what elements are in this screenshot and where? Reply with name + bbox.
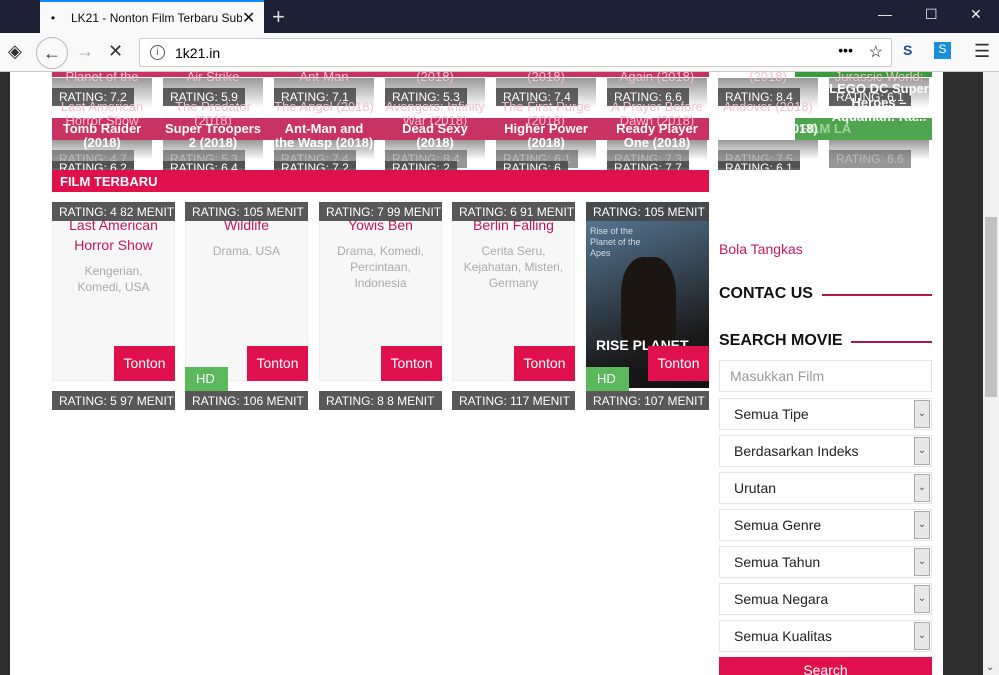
page-content: FILM LAPlanet of the ApesRATING: 7.2Last… [10, 72, 943, 675]
loading-icon: • [50, 10, 56, 25]
close-tab-icon[interactable]: ✕ [242, 8, 264, 28]
chevron-down-icon[interactable]: ⌄ [914, 585, 930, 613]
more-icon[interactable]: ••• [838, 42, 853, 58]
menu-icon[interactable]: ☰ [974, 41, 990, 62]
info-icon[interactable]: i [150, 45, 165, 60]
filter-select[interactable]: Semua Tipe ⌄ [719, 398, 932, 430]
browser-tab[interactable]: • LK21 - Nonton Film Terbaru Sub Indo ✕ [40, 0, 264, 33]
tab-title: LK21 - Nonton Film Terbaru Sub Indo [71, 10, 242, 25]
select-value: Semua Kualitas [734, 628, 833, 644]
bookmark-star-icon[interactable]: ☆ [869, 42, 883, 62]
scrollbar[interactable]: ⌄ [983, 72, 999, 675]
contact-us-heading: CONTAC US [719, 285, 813, 302]
select-value: Semua Tipe [734, 406, 809, 422]
select-value: Semua Genre [734, 517, 822, 533]
chevron-down-icon[interactable]: ⌄ [914, 437, 930, 465]
tab-bar: • LK21 - Nonton Film Terbaru Sub Indo ✕ … [0, 0, 999, 33]
maximize-icon[interactable]: ☐ [925, 6, 938, 23]
select-value: Semua Negara [734, 591, 829, 607]
minimize-icon[interactable]: — [878, 6, 892, 22]
close-window-icon[interactable]: ✕ [970, 6, 982, 23]
select-value: Urutan [734, 480, 777, 496]
search-film-input[interactable]: Masukkan Film [719, 360, 932, 392]
filter-select[interactable]: Semua Genre ⌄ [719, 509, 932, 541]
sidebar: Bola Tangkas CONTAC US SEARCH MOVIE Masu… [10, 72, 943, 675]
heading-divider [822, 294, 932, 296]
scrollbar-thumb[interactable] [985, 217, 997, 397]
select-value: Berdasarkan Indeks [734, 443, 859, 459]
search-button[interactable]: Search [719, 657, 932, 675]
filter-select[interactable]: Semua Tahun ⌄ [719, 546, 932, 578]
scroll-down-icon[interactable]: ⌄ [986, 662, 994, 673]
filter-select[interactable]: Berdasarkan Indeks ⌄ [719, 435, 932, 467]
back-button[interactable]: ← [36, 37, 68, 69]
address-bar[interactable]: i 1k21.in ••• ☆ [139, 38, 892, 67]
select-value: Semua Tahun [734, 554, 821, 570]
filter-select[interactable]: Semua Negara ⌄ [719, 583, 932, 615]
filter-select[interactable]: Semua Kualitas ⌄ [719, 620, 932, 652]
skype-icon[interactable]: S [934, 42, 951, 59]
stop-button[interactable]: ✕ [108, 41, 123, 62]
forward-button[interactable]: → [76, 41, 94, 62]
chevron-down-icon[interactable]: ⌄ [914, 622, 930, 650]
search-movie-heading: SEARCH MOVIE [719, 332, 843, 349]
bola-tangkas-link[interactable]: Bola Tangkas [719, 241, 803, 257]
chevron-down-icon[interactable]: ⌄ [914, 511, 930, 539]
nav-toolbar: ◈ ← → ✕ i 1k21.in ••• ☆ S S ☰ [0, 33, 999, 72]
extension-s-icon[interactable]: S [903, 42, 912, 58]
filter-select[interactable]: Urutan ⌄ [719, 472, 932, 504]
tor-icon[interactable]: ◈ [8, 41, 22, 62]
chevron-down-icon[interactable]: ⌄ [914, 474, 930, 502]
new-tab-button[interactable]: + [272, 4, 285, 30]
url-text: 1k21.in [175, 44, 221, 61]
chevron-down-icon[interactable]: ⌄ [914, 400, 930, 428]
heading-divider [851, 341, 932, 343]
chevron-down-icon[interactable]: ⌄ [914, 548, 930, 576]
